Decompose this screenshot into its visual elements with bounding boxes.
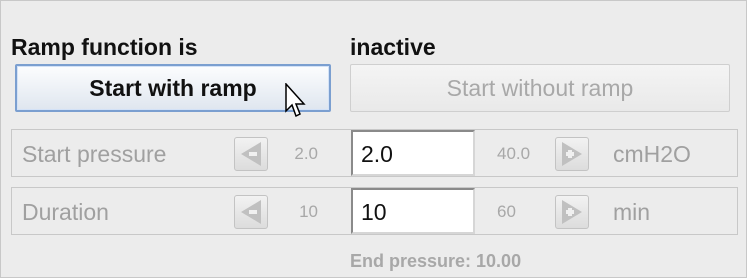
- start-with-ramp-button[interactable]: Start with ramp: [15, 64, 331, 112]
- duration-increment-button[interactable]: [555, 195, 589, 229]
- start-without-ramp-button[interactable]: Start without ramp: [350, 64, 730, 112]
- duration-input[interactable]: 10: [351, 188, 475, 234]
- mouse-pointer-icon: [285, 83, 306, 118]
- duration-min: 10: [299, 202, 318, 221]
- ramp-panel: Ramp function is inactive Start with ram…: [0, 0, 747, 278]
- start-pressure-min: 2.0: [294, 144, 318, 163]
- arrow-left-minus-icon: [241, 142, 261, 166]
- start-pressure-increment-button[interactable]: [555, 137, 589, 171]
- start-pressure-row: Start pressure 2.0 2.0 40.0 cmH2O: [11, 129, 738, 177]
- ramp-status-value: inactive: [350, 34, 436, 60]
- end-pressure-text: End pressure: 10.00: [350, 251, 522, 271]
- start-pressure-max: 40.0: [497, 144, 531, 163]
- duration-max: 60: [497, 202, 516, 221]
- start-pressure-unit: cmH2O: [613, 141, 691, 167]
- arrow-right-plus-icon: [562, 142, 582, 166]
- start-pressure-input[interactable]: 2.0: [351, 130, 475, 176]
- duration-label: Duration: [22, 199, 109, 225]
- arrow-left-minus-icon: [241, 200, 261, 224]
- ramp-status-label: Ramp function is: [11, 34, 198, 60]
- duration-decrement-button[interactable]: [234, 195, 268, 229]
- start-pressure-decrement-button[interactable]: [234, 137, 268, 171]
- start-pressure-label: Start pressure: [22, 141, 167, 167]
- duration-row: Duration 10 10 60 min: [11, 187, 738, 235]
- arrow-right-plus-icon: [562, 200, 582, 224]
- duration-unit: min: [613, 199, 651, 225]
